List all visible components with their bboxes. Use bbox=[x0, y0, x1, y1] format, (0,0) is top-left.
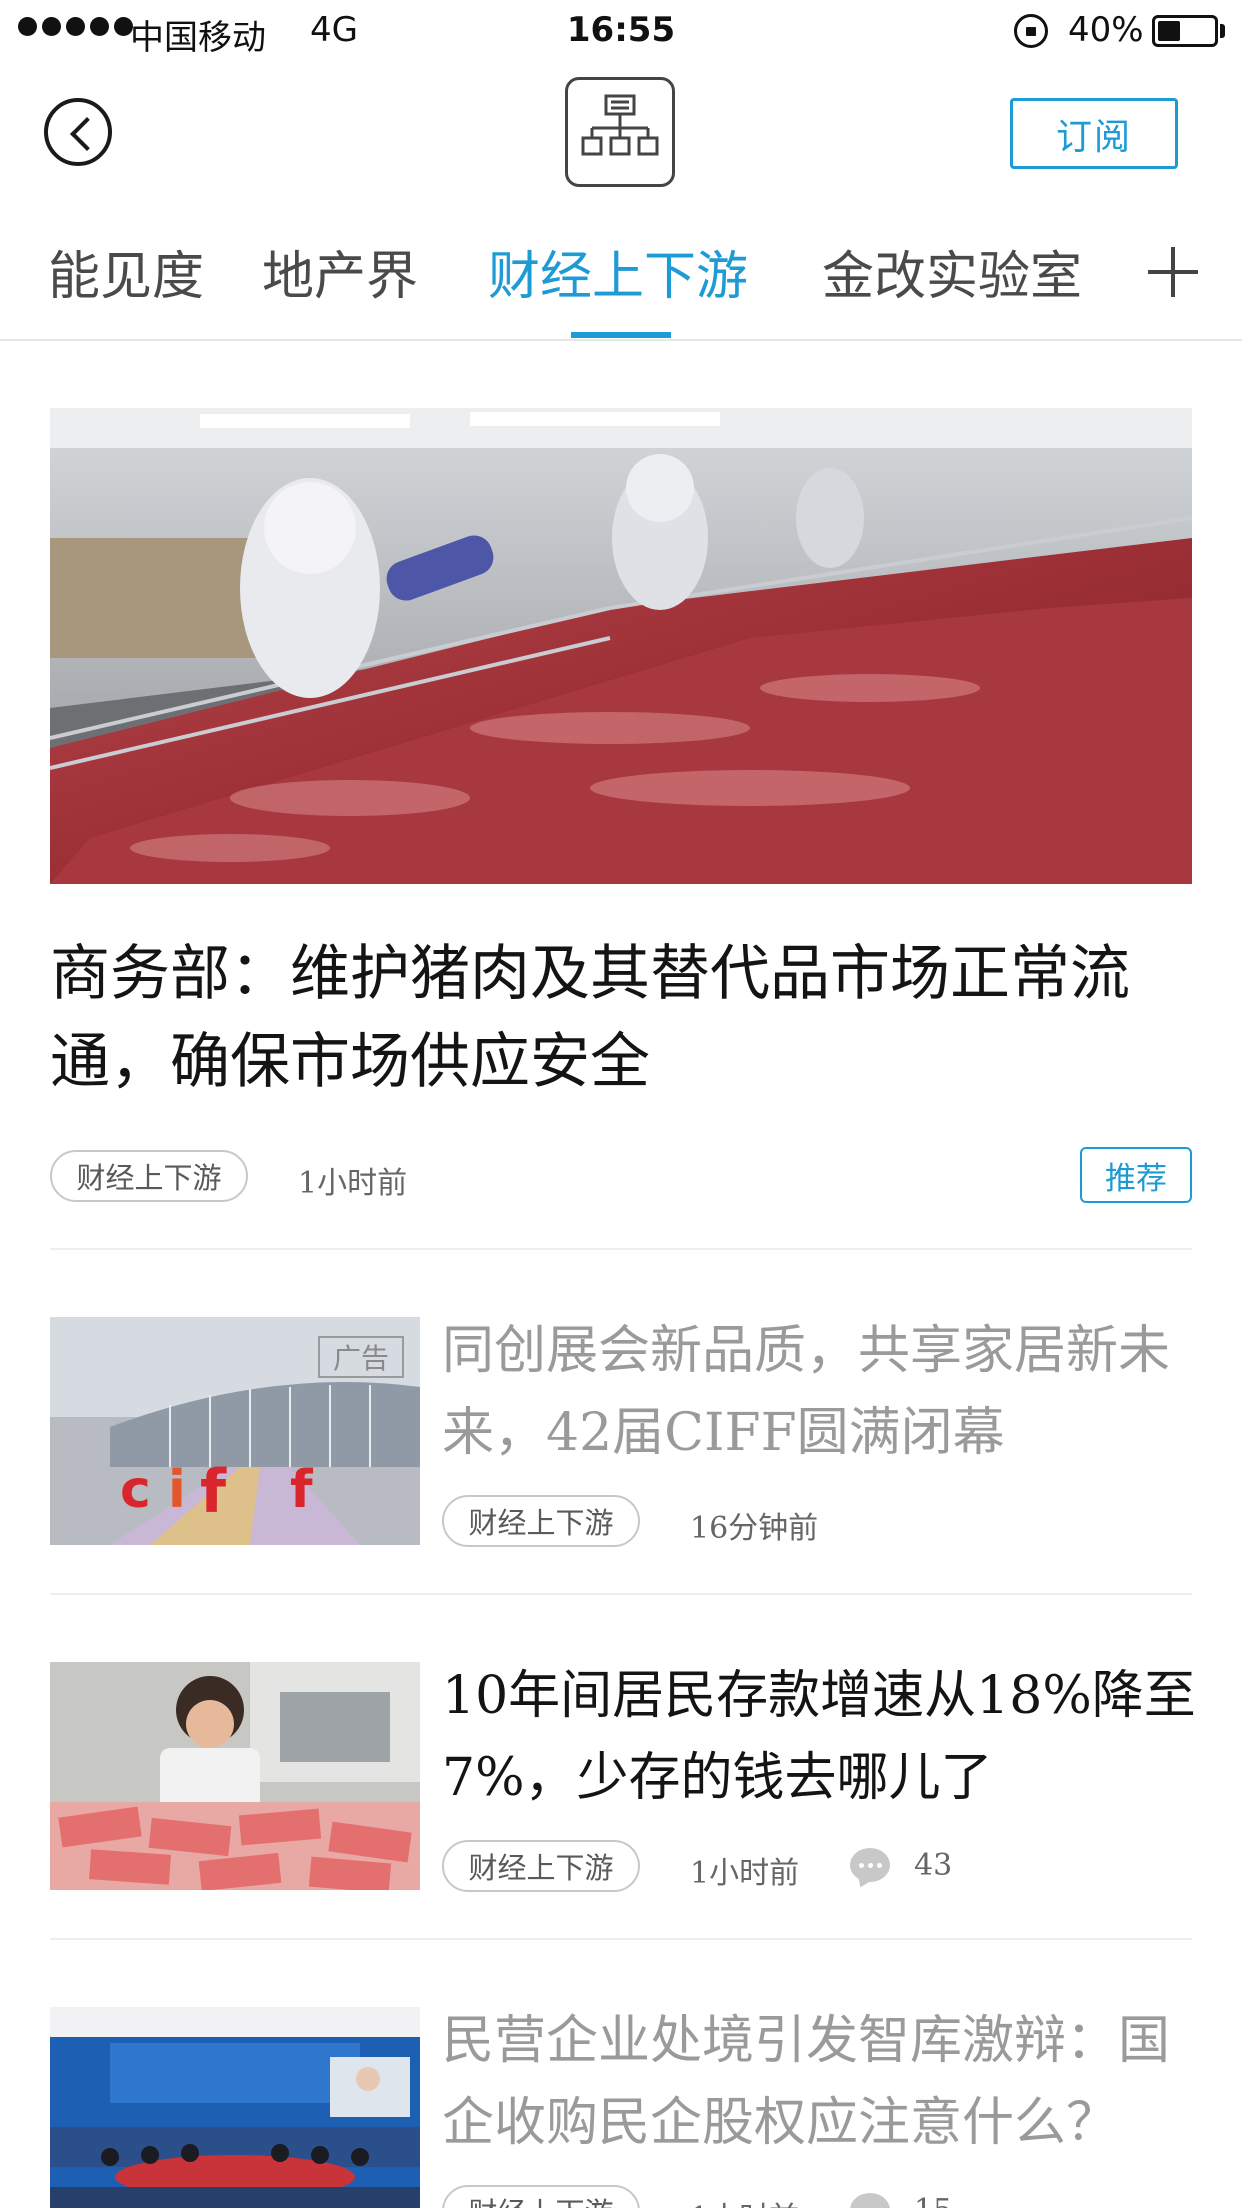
article-divider bbox=[50, 1593, 1192, 1595]
tab-jingai-shiyanshi[interactable]: 金改实验室 bbox=[822, 234, 1082, 309]
article-title[interactable]: 同创展会新品质，共享家居新未来，42届CIFF圆满闭幕 bbox=[442, 1310, 1202, 1474]
active-tab-indicator bbox=[571, 332, 671, 338]
status-time: 16:55 bbox=[566, 10, 676, 50]
ad-label: 广告 bbox=[318, 1336, 404, 1378]
featured-article-title[interactable]: 商务部：维护猪肉及其替代品市场正常流通，确保市场供应安全 bbox=[50, 930, 1200, 1106]
status-bar: 中国移动 4G 16:55 40% bbox=[0, 0, 1242, 62]
comment-count: 15 bbox=[914, 2193, 952, 2208]
plus-icon[interactable] bbox=[1148, 247, 1198, 297]
comment-icon bbox=[850, 2193, 890, 2208]
channel-tag[interactable]: 财经上下游 bbox=[442, 1495, 640, 1547]
battery-icon bbox=[1152, 15, 1218, 47]
subscribe-button[interactable]: 订阅 bbox=[1010, 98, 1178, 169]
svg-text:i: i bbox=[168, 1460, 186, 1520]
channel-tag[interactable]: 财经上下游 bbox=[442, 1840, 640, 1892]
publish-time: 1小时前 bbox=[690, 1856, 800, 1891]
battery-percent: 40% bbox=[1068, 10, 1144, 50]
publish-time: 1小时前 bbox=[690, 2193, 799, 2208]
conference-photo[interactable] bbox=[50, 2007, 420, 2208]
channel-tag[interactable]: 财经上下游 bbox=[50, 1150, 248, 1202]
sitemap-icon bbox=[581, 94, 659, 156]
article-title[interactable]: 10年间居民存款增速从18%降至7%，少存的钱去哪儿了 bbox=[442, 1655, 1202, 1819]
channel-tag[interactable]: 财经上下游 bbox=[442, 2185, 640, 2208]
tabs-divider bbox=[0, 339, 1242, 341]
comment-count: 43 bbox=[914, 1848, 953, 1883]
meat-processing-photo[interactable] bbox=[50, 408, 1192, 884]
tab-nengjiandu[interactable]: 能见度 bbox=[48, 234, 204, 309]
sitemap-button[interactable] bbox=[565, 77, 675, 187]
publish-time: 16分钟前 bbox=[690, 1511, 819, 1546]
article-divider bbox=[50, 1938, 1192, 1940]
svg-text:f: f bbox=[200, 1457, 227, 1527]
tab-caijing-shangxiayou[interactable]: 财经上下游 bbox=[488, 234, 748, 309]
rotation-lock-icon bbox=[1014, 14, 1048, 48]
channel-tabs: 能见度 地产界 财经上下游 金改实验室 bbox=[0, 228, 1242, 338]
back-button[interactable] bbox=[44, 98, 112, 166]
svg-text:c: c bbox=[120, 1460, 151, 1520]
article-divider bbox=[50, 1248, 1192, 1250]
comment-icon bbox=[850, 1848, 890, 1882]
bank-cash-photo[interactable] bbox=[50, 1662, 420, 1890]
recommended-badge: 推荐 bbox=[1080, 1147, 1192, 1203]
article-title[interactable]: 民营企业处境引发智库激辩：国企收购民企股权应注意什么？ bbox=[442, 2000, 1202, 2164]
tab-dichanjie[interactable]: 地产界 bbox=[262, 234, 418, 309]
publish-time: 1小时前 bbox=[298, 1166, 408, 1201]
battery-tip bbox=[1220, 24, 1225, 38]
svg-text:f: f bbox=[290, 1460, 314, 1520]
